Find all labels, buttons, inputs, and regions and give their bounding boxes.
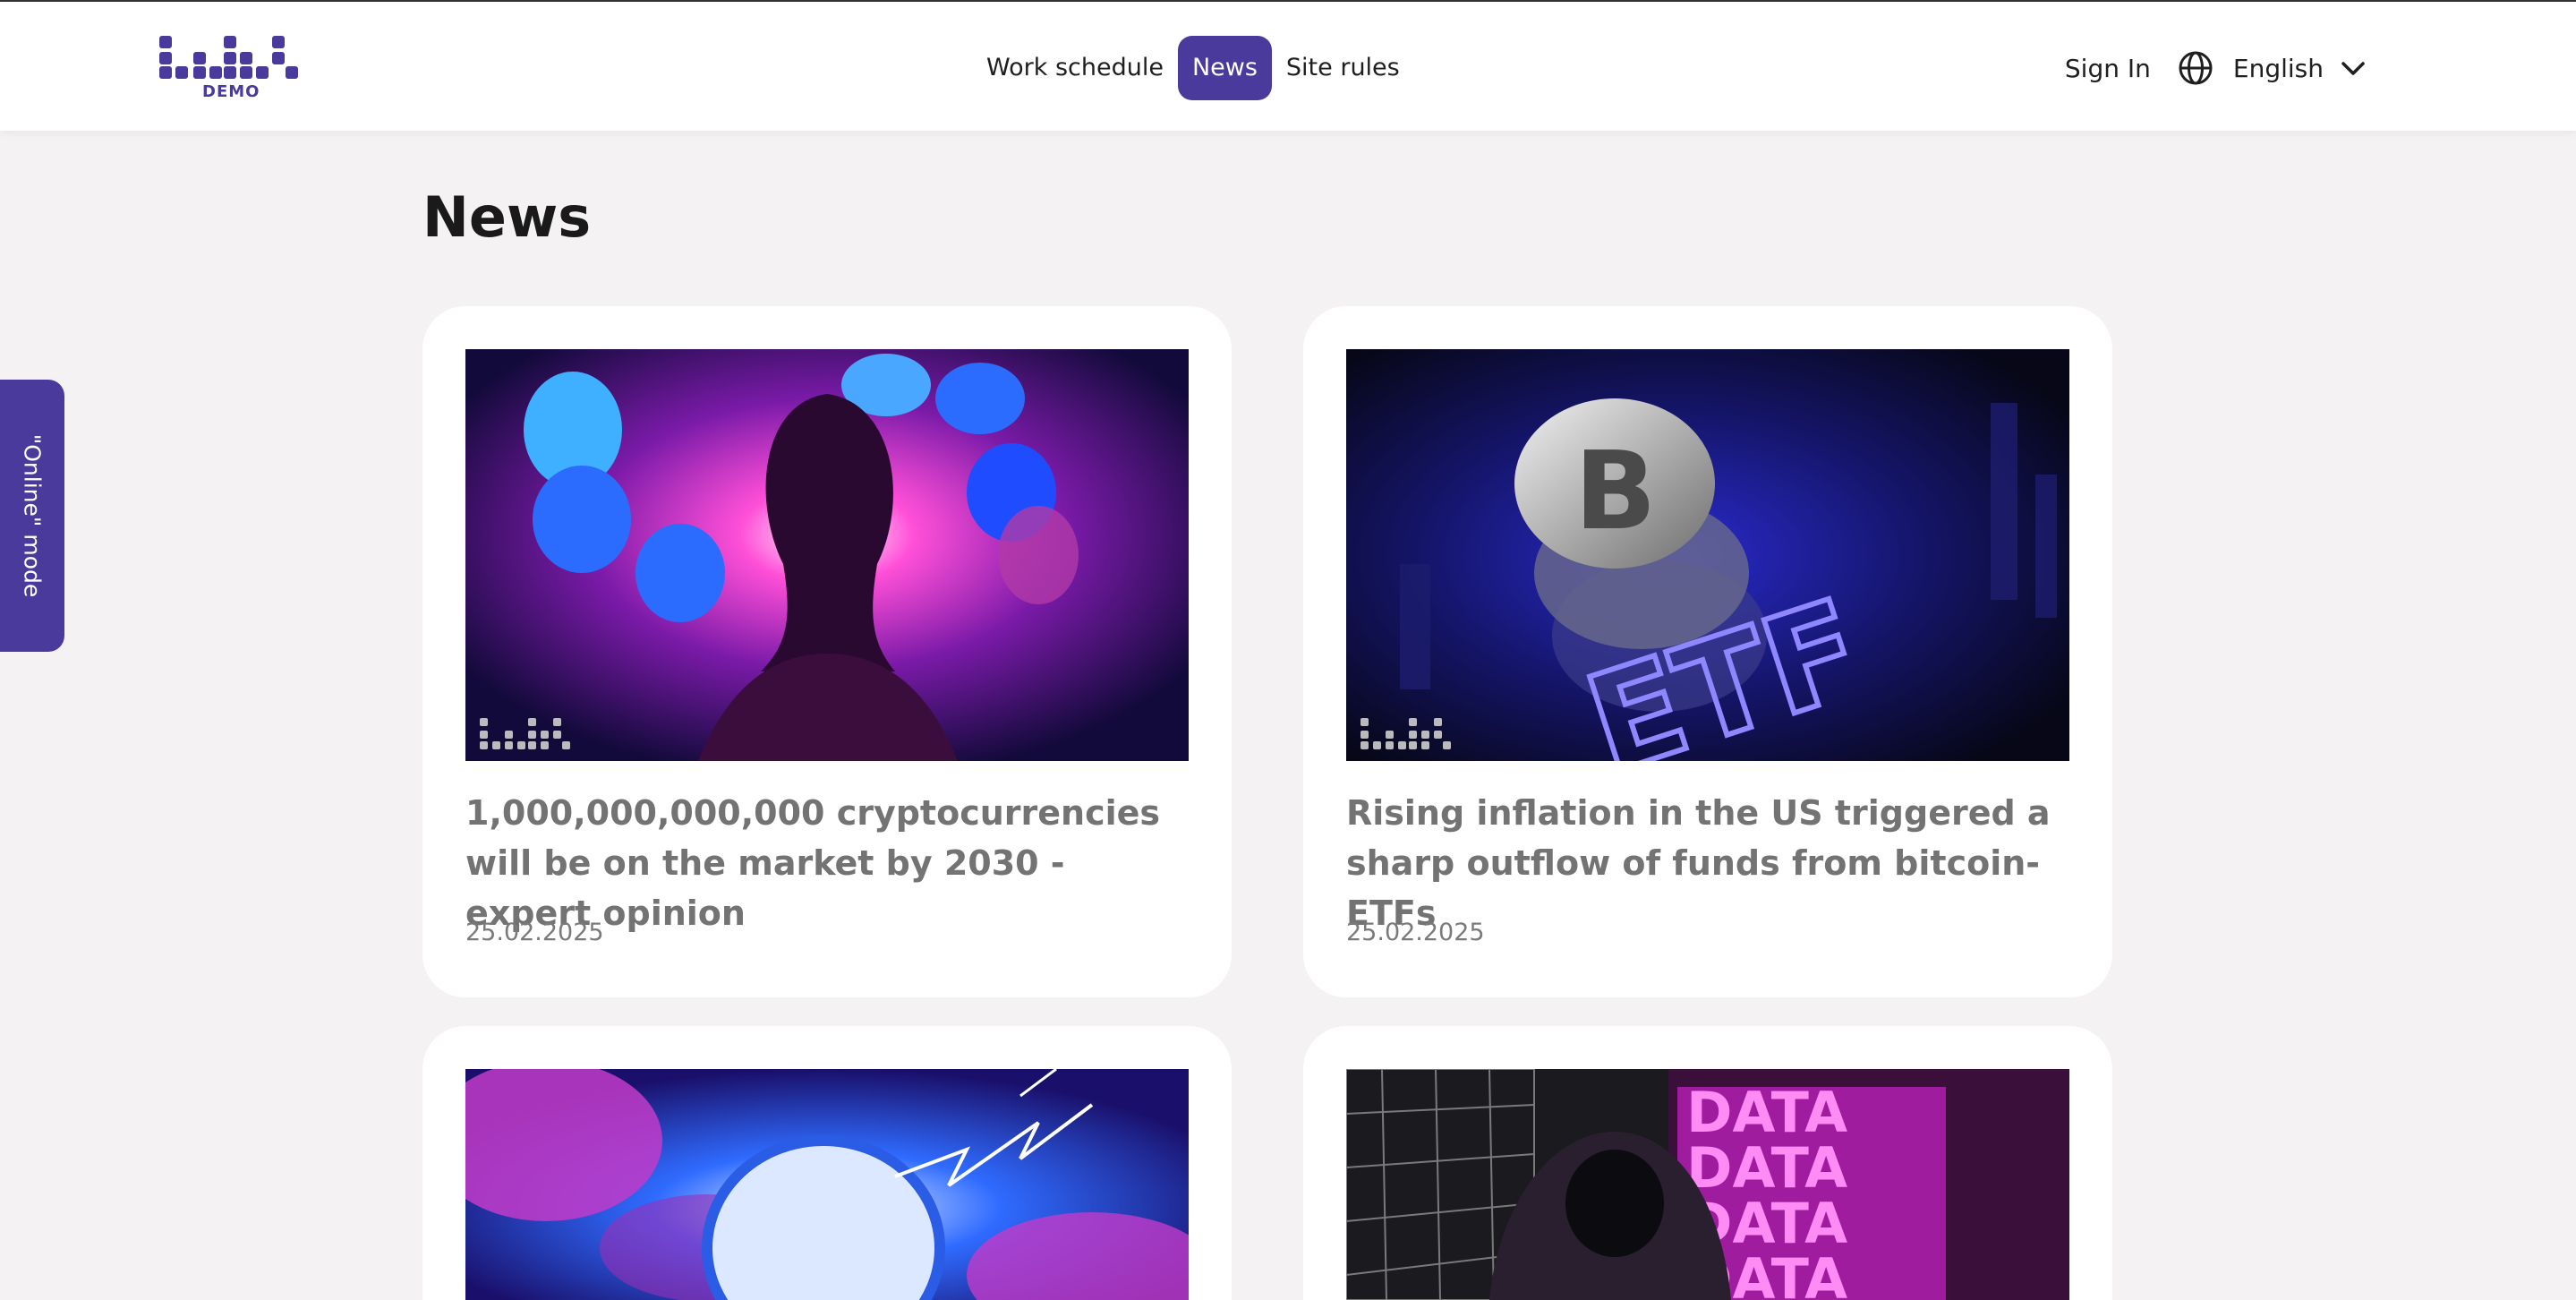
nav-site-rules[interactable]: Site rules [1272, 36, 1414, 100]
nav-news[interactable]: News [1177, 36, 1272, 100]
sign-in-link[interactable]: Sign In [2065, 54, 2151, 83]
news-date: 25.02.2025 [1346, 919, 1485, 946]
news-image-crypto-head [465, 349, 1189, 761]
globe-icon[interactable] [2178, 50, 2213, 86]
news-image-bitcoin-etf: B ETF [1346, 349, 2069, 761]
news-card[interactable]: B ETF Rising inflation in the US trigger… [1303, 306, 2112, 997]
news-headline[interactable]: Rising inflation in the US triggered a s… [1346, 788, 2080, 938]
page-title: News [422, 184, 592, 250]
top-navigation-bar: DEMO Work schedule News Site rules Sign … [0, 0, 2576, 131]
news-headline[interactable]: 1,000,000,000,000 cryptocurrencies will … [465, 788, 1199, 938]
logo-mark-icon [159, 36, 298, 79]
online-mode-tab[interactable]: "Online" mode [0, 380, 64, 652]
language-selector[interactable]: English [2233, 54, 2324, 83]
chevron-down-icon[interactable] [2340, 55, 2367, 81]
main-nav: Work schedule News Site rules [972, 36, 1414, 100]
news-card[interactable]: DATA DATA DATA DATA [1303, 1026, 2112, 1300]
svg-text:B: B [1574, 430, 1656, 554]
news-image-lightning-coin [465, 1069, 1189, 1300]
site-logo[interactable]: DEMO [159, 34, 298, 102]
online-mode-label: "Online" mode [19, 433, 46, 598]
news-card[interactable] [422, 1026, 1232, 1300]
news-date: 25.02.2025 [465, 919, 604, 946]
news-image-hacker-data: DATA DATA DATA DATA [1346, 1069, 2069, 1300]
news-card[interactable]: 1,000,000,000,000 cryptocurrencies will … [422, 306, 1232, 997]
nav-work-schedule[interactable]: Work schedule [972, 36, 1178, 100]
logo-subtitle: DEMO [202, 82, 260, 101]
header-actions: Sign In English [2065, 36, 2367, 100]
